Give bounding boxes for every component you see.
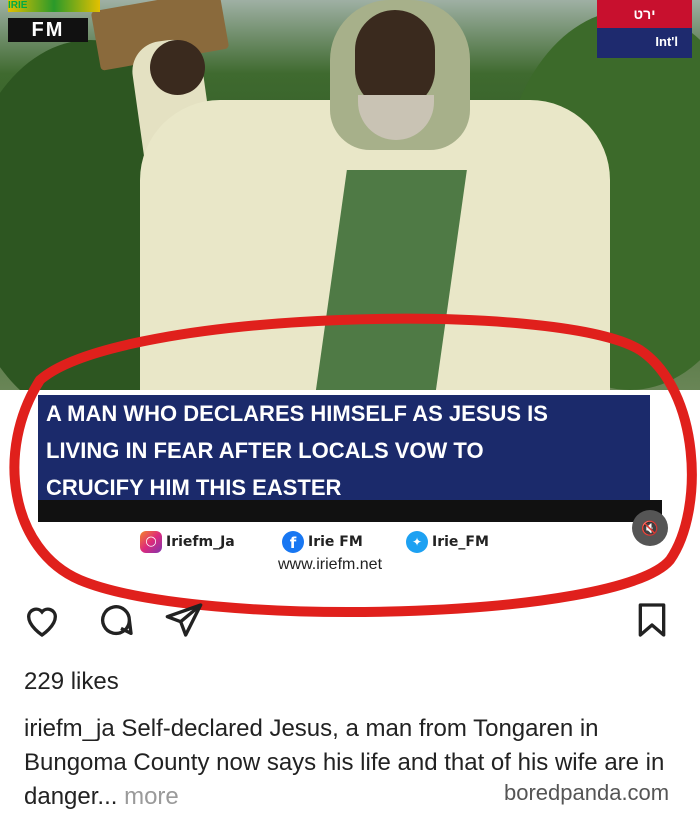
channel-logo: ירט Int'l [597, 0, 692, 58]
comment-icon[interactable] [96, 600, 136, 640]
headline-line-1: A MAN WHO DECLARES HIMSELF AS JESUS IS [46, 401, 548, 426]
banner-shadow-bar [38, 500, 662, 522]
post-username[interactable]: iriefm_ja [24, 715, 115, 742]
twitter-icon: ✦ [406, 531, 428, 553]
irie-fm-logo: IRIE FM [8, 0, 100, 46]
share-icon[interactable] [164, 600, 204, 640]
post-image[interactable]: IRIE FM ירט Int'l [0, 0, 700, 410]
instagram-handle-text: Iriefm_Ja [166, 534, 235, 550]
twitter-handle-text: Irie_FM [432, 534, 489, 550]
channel-logo-top: ירט [597, 0, 692, 28]
bookmark-icon[interactable] [632, 600, 672, 640]
like-count[interactable]: 229 likes [24, 668, 119, 696]
logo-fm-text: FM [8, 18, 88, 42]
more-link[interactable]: more [124, 783, 179, 810]
instagram-icon: ○ [140, 531, 162, 553]
watermark: boredpanda.com [500, 780, 674, 806]
facebook-handle: f Irie FM [282, 531, 363, 553]
hand [150, 40, 205, 95]
facebook-icon: f [282, 531, 304, 553]
instagram-handle: ○ Iriefm_Ja [140, 531, 235, 553]
facebook-handle-text: Irie FM [308, 534, 363, 550]
twitter-handle: ✦ Irie_FM [406, 531, 489, 553]
logo-top-text: IRIE [8, 0, 100, 12]
website-url: www.iriefm.net [278, 556, 383, 573]
headline-banner: A MAN WHO DECLARES HIMSELF AS JESUS IS L… [38, 395, 650, 507]
headline-line-2: LIVING IN FEAR AFTER LOCALS VOW TO [46, 438, 484, 463]
post-actions [0, 600, 700, 650]
mute-icon[interactable]: 🔇 [632, 510, 668, 546]
social-handles: ○ Iriefm_Ja f Irie FM ✦ Irie_FM [140, 531, 560, 557]
heart-icon[interactable] [22, 600, 62, 640]
channel-logo-intl: Int'l [655, 34, 678, 49]
